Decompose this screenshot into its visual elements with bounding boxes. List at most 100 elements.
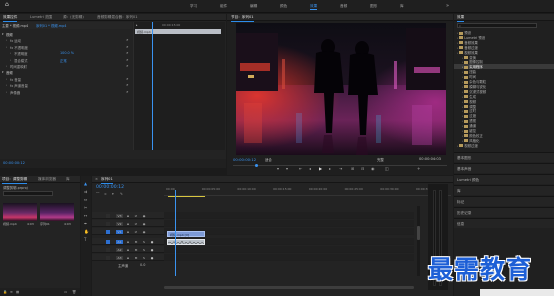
- solo-track-icon[interactable]: S: [142, 256, 146, 260]
- disclosure-icon[interactable]: ›: [6, 38, 7, 42]
- effect-property-value[interactable]: 正常: [60, 58, 67, 63]
- tab-project[interactable]: 项目：调整剪辑: [2, 177, 28, 184]
- side-panel-header[interactable]: Lumetri 颜色: [454, 174, 554, 184]
- disclosure-icon[interactable]: ›: [6, 64, 7, 68]
- track-name[interactable]: V2: [116, 221, 123, 226]
- sync-lock-icon[interactable]: ⇌: [134, 222, 138, 226]
- effect-property-row[interactable]: › fx 音量 ↺: [0, 76, 132, 82]
- hand-icon[interactable]: ✋: [84, 230, 89, 234]
- snap-icon[interactable]: ⌒: [96, 192, 99, 196]
- mute-track-icon[interactable]: M: [134, 248, 138, 252]
- disclosure-icon[interactable]: ›: [10, 51, 11, 55]
- sync-lock-icon[interactable]: ⇌: [134, 214, 138, 218]
- disclosure-icon[interactable]: ›: [6, 90, 7, 94]
- reset-icon[interactable]: ↺: [126, 77, 129, 81]
- effect-controls-timecode[interactable]: 00:00:00:12: [3, 161, 25, 165]
- disclosure-icon[interactable]: ›: [6, 83, 7, 87]
- add-button-icon[interactable]: +: [417, 167, 420, 171]
- workspace-tab[interactable]: 库: [400, 4, 404, 9]
- target-track-icon[interactable]: [106, 221, 110, 226]
- project-item-sequence[interactable]: 序列01 4:03: [40, 203, 74, 226]
- razor-icon[interactable]: ✂: [84, 206, 87, 210]
- master-track-value[interactable]: 0.0: [140, 263, 145, 267]
- project-search[interactable]: [3, 191, 53, 196]
- compare-icon[interactable]: ◫: [385, 167, 389, 171]
- play-icon[interactable]: ▶: [319, 167, 322, 171]
- program-timecode[interactable]: 00:00:00:12: [233, 157, 256, 162]
- step-forward-icon[interactable]: ▸: [329, 167, 331, 171]
- reset-icon[interactable]: ↺: [126, 51, 129, 55]
- track-name[interactable]: V1: [116, 229, 123, 234]
- track-lane[interactable]: [164, 254, 414, 261]
- effect-property-row[interactable]: ▾ 视频: [0, 31, 132, 37]
- voiceover-record-icon[interactable]: ●: [150, 248, 154, 252]
- step-back-icon[interactable]: ◂: [309, 167, 311, 171]
- go-to-out-icon[interactable]: ⇥: [339, 167, 342, 171]
- tab-libraries[interactable]: 库: [66, 177, 70, 182]
- icon-view-icon[interactable]: ▦: [16, 290, 19, 294]
- disclosure-icon[interactable]: ›: [6, 77, 7, 81]
- timeline-horizontal-scrollbar[interactable]: [164, 286, 414, 289]
- timeline-playhead[interactable]: [175, 190, 176, 276]
- reset-icon[interactable]: ↺: [126, 83, 129, 87]
- tab-sequence[interactable]: 序列01: [101, 177, 113, 184]
- workspace-tab[interactable]: 编辑: [250, 4, 257, 9]
- lock-track-icon[interactable]: ⊟: [126, 230, 130, 234]
- lock-track-icon[interactable]: ⊟: [126, 240, 130, 244]
- trash-icon[interactable]: 🗑: [72, 290, 76, 294]
- mini-clip-bar[interactable]: 视频.mp4: [135, 29, 221, 34]
- mini-playhead[interactable]: [152, 22, 153, 150]
- effect-property-row[interactable]: › fx 不透明度 ↺: [0, 44, 132, 50]
- workspace-tab[interactable]: 效果: [310, 4, 318, 10]
- track-lane[interactable]: [164, 220, 414, 227]
- effects-search[interactable]: ⌕: [457, 23, 537, 28]
- tab-lumetri-scopes[interactable]: Lumetri 范围: [30, 15, 52, 20]
- wrench-icon[interactable]: ✎: [120, 192, 123, 196]
- toggle-output-icon[interactable]: ◉: [142, 230, 146, 234]
- ripple-edit-icon[interactable]: ⇔: [84, 198, 87, 202]
- close-sequence-icon[interactable]: ×: [95, 177, 98, 181]
- track-name[interactable]: A3: [116, 255, 123, 260]
- add-marker-icon[interactable]: ▾: [112, 192, 114, 196]
- voiceover-record-icon[interactable]: ●: [150, 256, 154, 260]
- source-clip-label[interactable]: 主要 * 视频.mp4: [2, 23, 28, 28]
- mute-track-icon[interactable]: M: [134, 240, 138, 244]
- tab-source[interactable]: 源：(无剪辑): [63, 15, 84, 20]
- disclosure-icon[interactable]: ▾: [2, 32, 4, 36]
- sequence-clip-label[interactable]: 序列01 * 视频.mp4: [36, 23, 66, 28]
- track-name[interactable]: A2: [116, 247, 123, 252]
- type-icon[interactable]: T: [84, 238, 86, 242]
- effect-property-row[interactable]: › fx 运动 ↺: [0, 37, 132, 43]
- timeline-ruler[interactable]: 00:00 00:00:05:00 00:00:10:00 00:00:15:00 00…: [164, 186, 451, 196]
- reset-icon[interactable]: ↺: [126, 38, 129, 42]
- tab-media-browser[interactable]: 媒体浏览器: [38, 177, 56, 182]
- solo-track-icon[interactable]: S: [142, 248, 146, 252]
- side-panel-header[interactable]: 历史记录: [454, 207, 554, 217]
- pen-icon[interactable]: ✒: [84, 222, 87, 226]
- disclosure-icon[interactable]: ›: [6, 45, 7, 49]
- workspace-tab[interactable]: 组件: [220, 4, 227, 9]
- project-item-video[interactable]: 视频.mp4 4:03: [3, 203, 37, 226]
- selection-icon[interactable]: ▲: [84, 182, 87, 186]
- voiceover-record-icon[interactable]: ●: [150, 240, 154, 244]
- timeline-timecode[interactable]: 00:00:00:12: [96, 185, 124, 190]
- workspace-tab[interactable]: 图形: [370, 4, 377, 9]
- disclosure-icon[interactable]: ›: [457, 144, 458, 148]
- fit-dropdown[interactable]: 适合: [265, 157, 272, 162]
- lock-track-icon[interactable]: ⊟: [126, 222, 130, 226]
- target-track-icon[interactable]: [106, 255, 110, 260]
- program-video-frame[interactable]: [236, 23, 446, 155]
- sync-lock-icon[interactable]: ⇌: [134, 230, 138, 234]
- home-icon[interactable]: ⌂: [5, 2, 9, 8]
- reset-icon[interactable]: ↺: [126, 64, 129, 68]
- effect-property-row[interactable]: › 混合模式 正常 ↺: [0, 57, 132, 63]
- effects-tree-item[interactable]: › 视频过渡: [454, 143, 554, 148]
- new-item-icon[interactable]: ▭: [64, 290, 67, 294]
- list-view-icon[interactable]: ≡: [10, 290, 13, 294]
- effect-property-row[interactable]: › 时间重映射 ↺: [0, 63, 132, 69]
- workspace-tab[interactable]: 颜色: [280, 4, 287, 9]
- slip-icon[interactable]: ↔: [84, 214, 87, 218]
- mute-track-icon[interactable]: M: [134, 256, 138, 260]
- program-playhead[interactable]: [255, 164, 258, 167]
- solo-track-icon[interactable]: S: [142, 240, 146, 244]
